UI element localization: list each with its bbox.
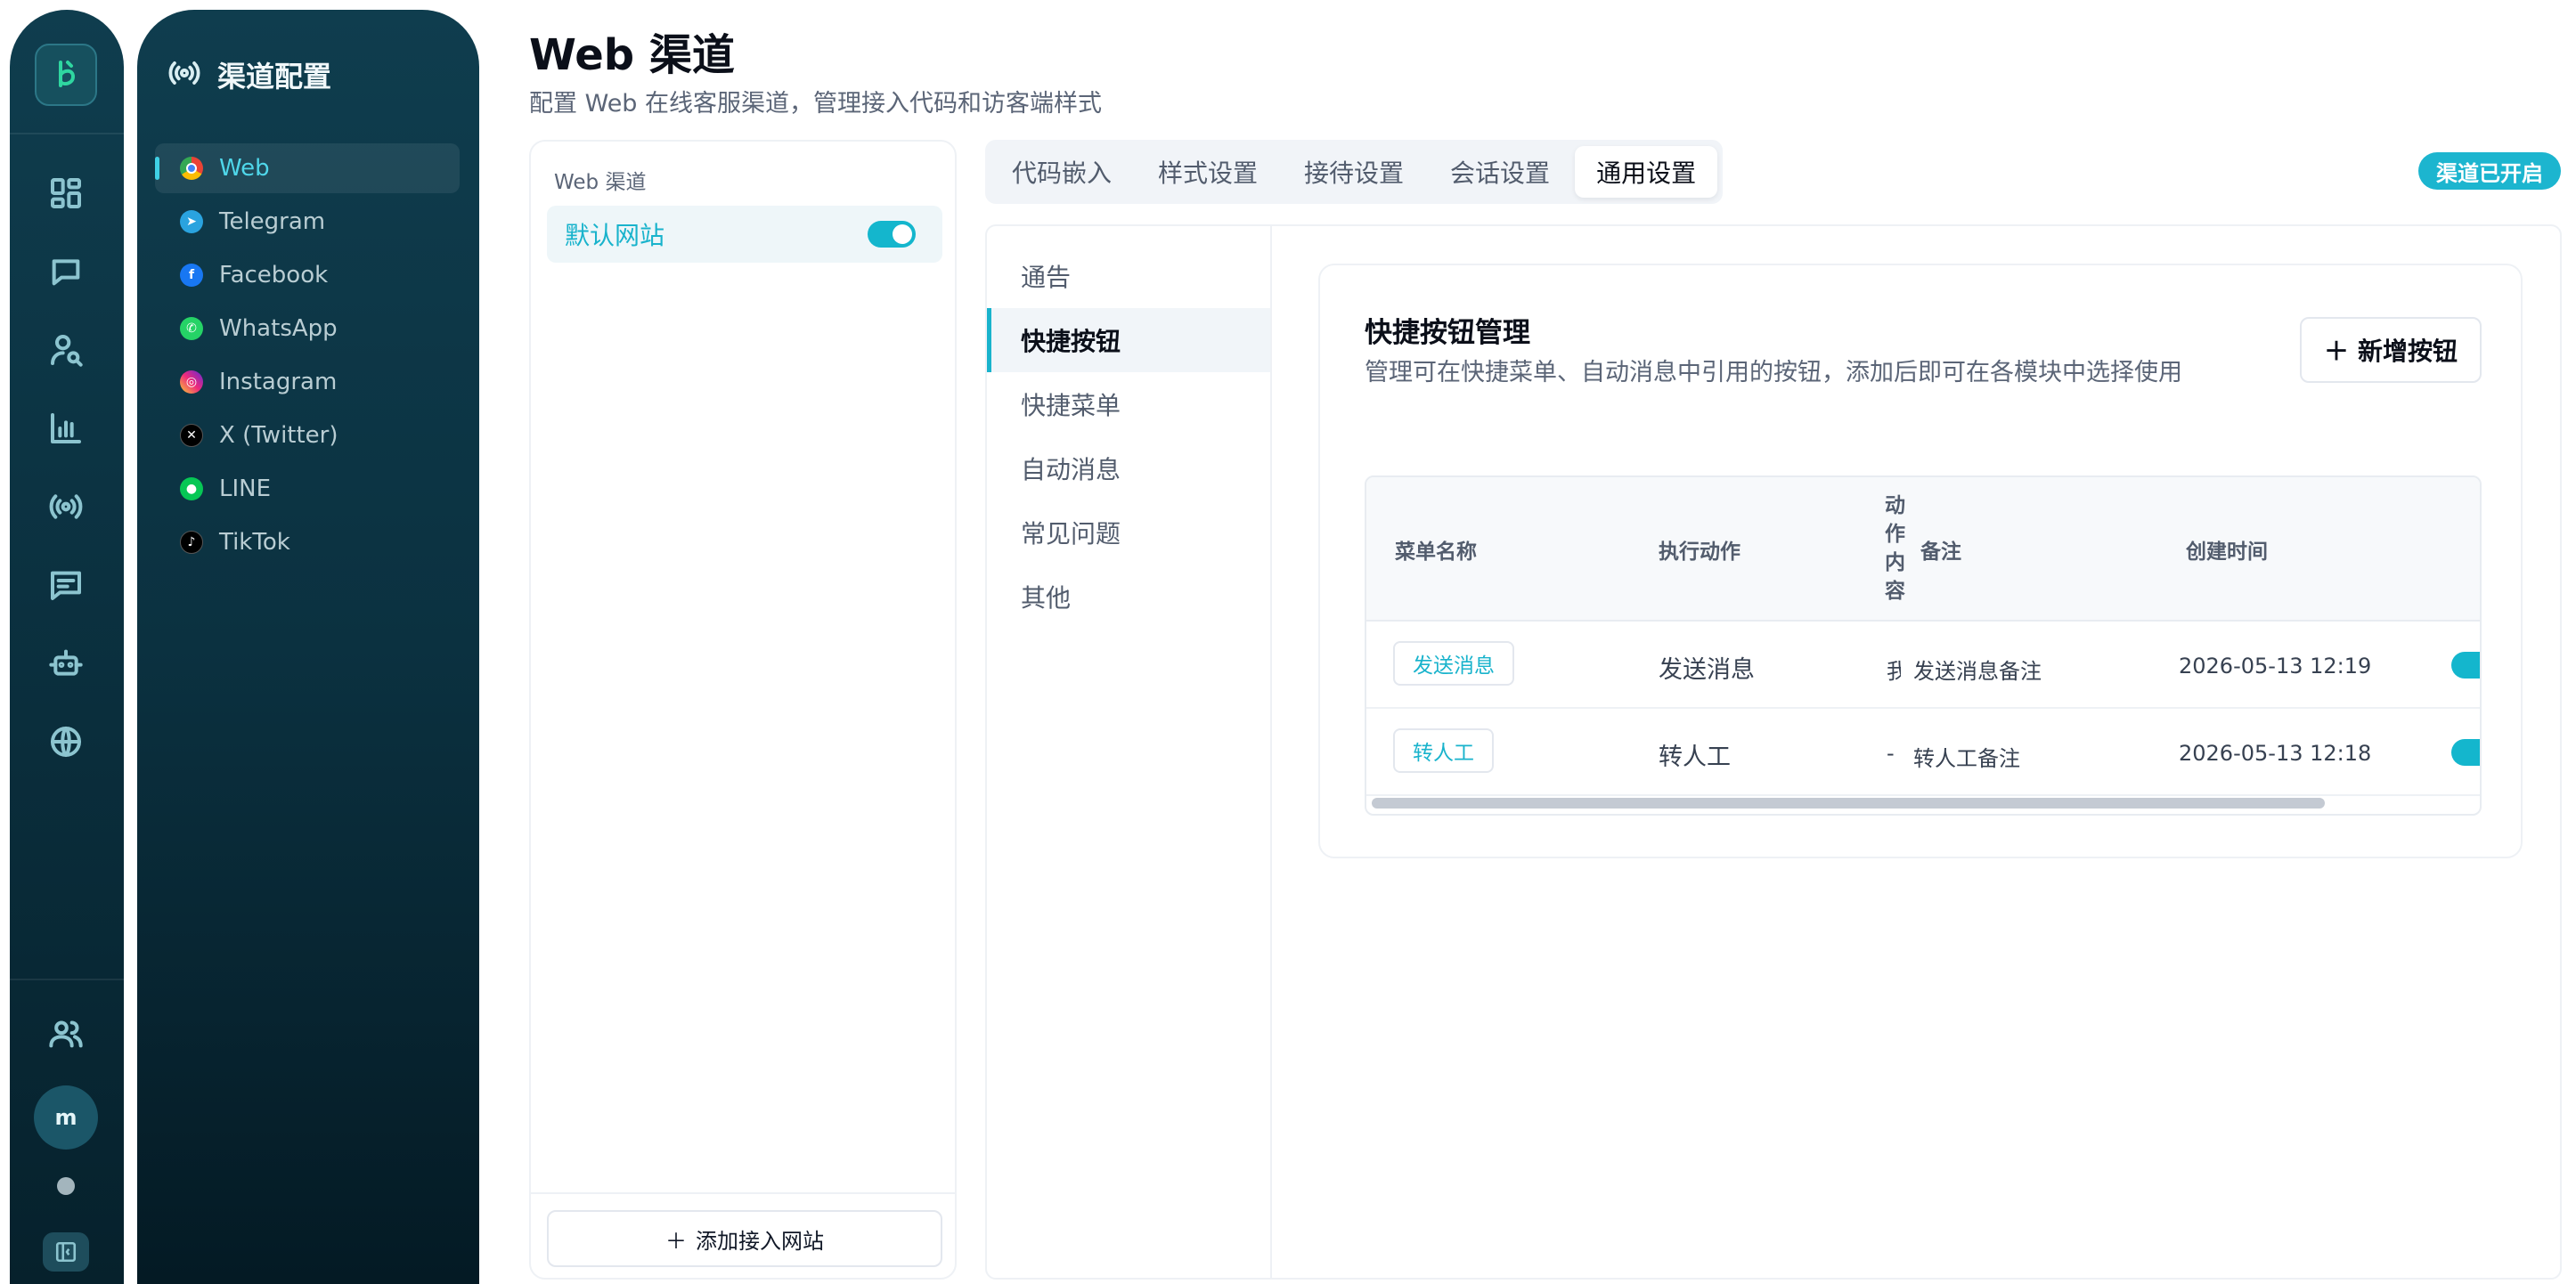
- tab-session[interactable]: 会话设置: [1429, 146, 1571, 198]
- chrome-icon: [180, 157, 203, 180]
- app-rail: m: [10, 10, 124, 1284]
- created-cell: 2026-05-13 12:19: [2179, 654, 2372, 679]
- instagram-icon: ◎: [180, 370, 203, 394]
- channel-item-facebook[interactable]: f Facebook: [155, 250, 460, 300]
- globe-icon[interactable]: [40, 716, 92, 768]
- visitor-search-icon[interactable]: [40, 324, 92, 376]
- horizontal-scrollbar[interactable]: [1372, 798, 2325, 809]
- column-action: 执行动作: [1659, 540, 1740, 564]
- action-content-cell: 我: [1887, 654, 1901, 685]
- channel-label: Web: [219, 155, 270, 182]
- settings-tabs: 代码嵌入 样式设置 接待设置 会话设置 通用设置: [985, 140, 1724, 204]
- app-logo-icon[interactable]: [35, 44, 97, 106]
- broadcast-icon: [167, 56, 201, 93]
- site-name: 默认网站: [565, 221, 665, 250]
- team-icon[interactable]: [40, 1008, 92, 1060]
- created-cell: 2026-05-13 12:18: [2179, 741, 2372, 766]
- facebook-icon: f: [180, 264, 203, 287]
- channel-item-whatsapp[interactable]: ✆ WhatsApp: [155, 304, 460, 354]
- telegram-icon: ➤: [180, 210, 203, 233]
- table-header: 菜单名称 执行动作 动作内容 备注 创建时间: [1366, 477, 2480, 622]
- channel-item-telegram[interactable]: ➤ Telegram: [155, 197, 460, 247]
- column-note: 备注: [1920, 540, 1961, 564]
- channel-label: X (Twitter): [219, 422, 338, 449]
- row-enable-toggle[interactable]: [2451, 739, 2480, 766]
- tab-reception[interactable]: 接待设置: [1283, 146, 1425, 198]
- add-button-label: 新增按钮: [2358, 337, 2458, 365]
- channel-panel: 渠道配置 Web ➤ Telegram f Facebook ✆ WhatsAp…: [137, 10, 479, 1284]
- row-enable-toggle[interactable]: [2451, 652, 2480, 679]
- settings-nav-other[interactable]: 其他: [987, 565, 1270, 629]
- broadcast-icon[interactable]: [40, 481, 92, 532]
- channel-panel-title: 渠道配置: [217, 60, 332, 93]
- x-icon: ✕: [180, 424, 203, 447]
- channel-label: WhatsApp: [219, 315, 338, 342]
- settings-nav: 通告 快捷按钮 快捷菜单 自动消息 常见问题 其他: [987, 226, 1272, 1278]
- table-row: 发送消息 发送消息 我 发送消息备注 2026-05-13 12:19: [1366, 622, 2480, 709]
- card-description: 管理可在快捷菜单、自动消息中引用的按钮，添加后即可在各模块中选择使用: [1365, 359, 2182, 386]
- column-created: 创建时间: [2186, 540, 2268, 564]
- plus-icon: ＋: [665, 1228, 687, 1254]
- site-enable-toggle[interactable]: [868, 221, 916, 248]
- action-content-cell: -: [1887, 741, 1895, 766]
- column-action-content: 动作内容: [1885, 494, 1905, 603]
- card-title: 快捷按钮管理: [1365, 317, 1530, 349]
- channel-item-tiktok[interactable]: ♪ TikTok: [155, 517, 460, 567]
- tab-code-embed[interactable]: 代码嵌入: [990, 146, 1133, 198]
- quick-button-table: 菜单名称 执行动作 动作内容 备注 创建时间 发送消息 发送消息 我 发送消息备…: [1365, 475, 2482, 816]
- action-cell: 转人工: [1659, 744, 1731, 771]
- add-site-button[interactable]: ＋ 添加接入网站: [547, 1210, 942, 1267]
- action-cell: 发送消息: [1659, 656, 1755, 684]
- note-cell: 发送消息备注: [1913, 659, 2042, 684]
- plus-icon: ＋: [2323, 337, 2349, 365]
- settings-nav-notice[interactable]: 通告: [987, 244, 1270, 308]
- channel-item-web[interactable]: Web: [155, 143, 460, 193]
- channel-item-x[interactable]: ✕ X (Twitter): [155, 410, 460, 460]
- chat-icon[interactable]: [40, 246, 92, 297]
- collapse-sidebar-icon[interactable]: [43, 1232, 89, 1272]
- quick-button-card: 快捷按钮管理 管理可在快捷菜单、自动消息中引用的按钮，添加后即可在各模块中选择使…: [1318, 264, 2523, 858]
- channel-label: LINE: [219, 475, 272, 502]
- settings-nav-quick-menu[interactable]: 快捷菜单: [987, 372, 1270, 436]
- avatar[interactable]: m: [34, 1085, 98, 1150]
- tab-style[interactable]: 样式设置: [1137, 146, 1279, 198]
- button-name-tag[interactable]: 转人工: [1393, 728, 1494, 773]
- add-button-button[interactable]: ＋ 新增按钮: [2300, 317, 2482, 383]
- channel-label: Telegram: [219, 208, 326, 235]
- settings-nav-quick-buttons[interactable]: 快捷按钮: [987, 308, 1270, 372]
- note-cell: 转人工备注: [1913, 746, 2020, 771]
- channel-label: Instagram: [219, 369, 338, 395]
- presence-status-dot: [57, 1177, 75, 1195]
- page-title: Web 渠道: [529, 30, 735, 80]
- add-site-label: 添加接入网站: [696, 1228, 824, 1254]
- page-subtitle: 配置 Web 在线客服渠道，管理接入代码和访客端样式: [529, 90, 1103, 118]
- button-name-tag[interactable]: 发送消息: [1393, 641, 1514, 686]
- settings-nav-auto-message[interactable]: 自动消息: [987, 436, 1270, 500]
- channel-item-instagram[interactable]: ◎ Instagram: [155, 357, 460, 407]
- channel-label: TikTok: [219, 529, 290, 556]
- settings-nav-faq[interactable]: 常见问题: [987, 500, 1270, 565]
- analytics-icon[interactable]: [40, 402, 92, 454]
- bot-icon[interactable]: [40, 638, 92, 689]
- channel-item-line[interactable]: ● LINE: [155, 464, 460, 514]
- dashboard-icon[interactable]: [40, 167, 92, 219]
- table-row: 转人工 转人工 - 转人工备注 2026-05-13 12:18: [1366, 709, 2480, 796]
- tab-general[interactable]: 通用设置: [1575, 146, 1718, 198]
- status-badge: 渠道已开启: [2418, 152, 2561, 190]
- channel-label: Facebook: [219, 262, 329, 288]
- message-icon[interactable]: [40, 559, 92, 611]
- column-name: 菜单名称: [1395, 540, 1477, 564]
- settings-body: 通告 快捷按钮 快捷菜单 自动消息 常见问题 其他 快捷按钮管理 管理可在快捷菜…: [985, 224, 2562, 1280]
- site-list-panel: Web 渠道 默认网站 ＋ 添加接入网站: [529, 140, 957, 1280]
- whatsapp-icon: ✆: [180, 317, 203, 340]
- site-list-label: Web 渠道: [554, 171, 647, 194]
- tiktok-icon: ♪: [180, 531, 203, 554]
- line-icon: ●: [180, 477, 203, 500]
- site-item[interactable]: 默认网站: [547, 206, 942, 263]
